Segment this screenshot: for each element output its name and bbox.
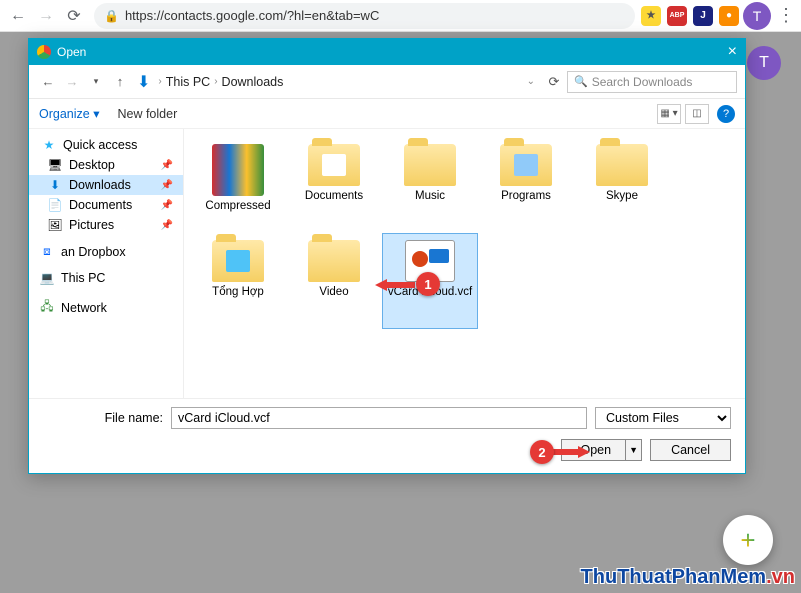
refresh-icon[interactable]: ⟳ <box>543 71 565 93</box>
extension-icons: ★ ABP J ● <box>641 6 739 26</box>
nav-back-icon[interactable]: ← <box>37 71 59 93</box>
crumb-dropdown-icon[interactable]: ⌄ <box>527 76 541 87</box>
filename-label: File name: <box>43 411 163 425</box>
documents-icon: 📄 <box>47 198 63 212</box>
folder-icon <box>500 144 552 186</box>
sidebar-item-desktop[interactable]: 🖥 Desktop 📌 <box>29 155 183 175</box>
star-icon[interactable]: ★ <box>641 6 661 26</box>
chrome-logo-icon <box>37 45 51 59</box>
search-input[interactable]: 🔍 Search Downloads <box>567 71 737 93</box>
kebab-menu-icon[interactable]: ⋮ <box>775 5 797 26</box>
file-item-documents[interactable]: Documents <box>286 137 382 233</box>
file-grid: Compressed Documents Music Programs Skyp… <box>184 129 745 398</box>
close-icon[interactable]: × <box>728 43 737 61</box>
desktop-icon: 🖥 <box>47 158 63 172</box>
pin-icon: 📌 <box>161 180 173 191</box>
google-account-avatar[interactable]: T <box>747 46 781 80</box>
file-item-programs[interactable]: Programs <box>478 137 574 233</box>
folder-icon <box>596 144 648 186</box>
lock-icon: 🔒 <box>104 9 119 23</box>
file-item-tonghop[interactable]: Tổng Hợp <box>190 233 286 329</box>
watermark: ThuThuatPhanMem.vn <box>581 566 795 589</box>
file-item-music[interactable]: Music <box>382 137 478 233</box>
sidebar-item-network[interactable]: 🖧 Network <box>29 294 183 321</box>
nav-recent-icon[interactable]: ▾ <box>85 71 107 93</box>
network-icon: 🖧 <box>39 297 55 318</box>
help-icon[interactable]: ? <box>717 105 735 123</box>
pin-icon: 📌 <box>161 220 173 231</box>
file-item-skype[interactable]: Skype <box>574 137 670 233</box>
view-mode-button[interactable]: ▦ ▾ <box>657 104 681 124</box>
create-contact-fab[interactable]: + <box>723 515 773 565</box>
back-button[interactable]: ← <box>4 2 32 30</box>
file-open-dialog: Open × ← → ▾ ↑ ⬇ › This PC › Downloads ⌄… <box>28 38 746 474</box>
cancel-button[interactable]: Cancel <box>650 439 731 461</box>
url-text: https://contacts.google.com/?hl=en&tab=w… <box>125 8 379 23</box>
sidebar-item-thispc[interactable]: 💻 This PC <box>29 268 183 288</box>
quick-access-header[interactable]: ★ Quick access <box>29 135 183 155</box>
search-placeholder: Search Downloads <box>592 75 693 89</box>
star-icon: ★ <box>41 138 57 152</box>
forward-button[interactable]: → <box>32 2 60 30</box>
open-dropdown-icon[interactable]: ▼ <box>625 440 641 460</box>
crumb-thispc[interactable]: This PC <box>166 75 210 89</box>
sidebar-item-downloads[interactable]: ⬇ Downloads 📌 <box>29 175 183 195</box>
sidebar-item-pictures[interactable]: 🖼 Pictures 📌 <box>29 215 183 235</box>
callout-badge-1: 1 <box>416 272 440 296</box>
file-item-compressed[interactable]: Compressed <box>190 137 286 233</box>
new-folder-button[interactable]: New folder <box>117 107 177 121</box>
profile-avatar[interactable]: T <box>743 2 771 30</box>
pictures-icon: 🖼 <box>47 218 63 232</box>
sidebar-item-documents[interactable]: 📄 Documents 📌 <box>29 195 183 215</box>
dialog-toolbar: Organize ▾ New folder ▦ ▾ ◫ ? <box>29 99 745 129</box>
file-item-video[interactable]: Video <box>286 233 382 329</box>
ublock-icon[interactable]: J <box>693 6 713 26</box>
sidebar-item-dropbox[interactable]: ⧈ an Dropbox <box>29 241 183 262</box>
filename-input[interactable] <box>171 407 587 429</box>
folder-icon <box>404 144 456 186</box>
browser-toolbar: ← → ⟳ 🔒 https://contacts.google.com/?hl=… <box>0 0 801 32</box>
folder-icon <box>308 240 360 282</box>
callout-arrow-1 <box>375 278 415 292</box>
archive-icon <box>212 144 264 196</box>
sidebar: ★ Quick access 🖥 Desktop 📌 ⬇ Downloads 📌… <box>29 129 184 398</box>
address-bar[interactable]: 🔒 https://contacts.google.com/?hl=en&tab… <box>94 3 635 29</box>
preview-pane-button[interactable]: ◫ <box>685 104 709 124</box>
folder-icon <box>212 240 264 282</box>
chevron-right-icon: › <box>214 76 217 87</box>
cookie-icon[interactable]: ● <box>719 6 739 26</box>
search-icon: 🔍 <box>574 75 588 88</box>
dialog-title-text: Open <box>57 45 86 59</box>
filetype-filter[interactable]: Custom Files <box>595 407 731 429</box>
nav-forward-icon[interactable]: → <box>61 71 83 93</box>
dropbox-icon: ⧈ <box>39 244 55 259</box>
chevron-right-icon: › <box>158 76 161 87</box>
dialog-titlebar: Open × <box>29 39 745 65</box>
nav-up-icon[interactable]: ↑ <box>109 71 131 93</box>
abp-icon[interactable]: ABP <box>667 6 687 26</box>
callout-badge-2: 2 <box>530 440 554 464</box>
thispc-icon: 💻 <box>39 271 55 285</box>
downloads-icon: ⬇ <box>47 178 63 192</box>
plus-icon: + <box>740 525 755 556</box>
crumb-downloads[interactable]: Downloads <box>222 75 284 89</box>
organize-menu[interactable]: Organize ▾ <box>39 106 99 121</box>
callout-arrow-2 <box>550 445 590 459</box>
dialog-footer: File name: Custom Files Open ▼ Cancel <box>29 398 745 473</box>
breadcrumb[interactable]: ⬇ › This PC › Downloads ⌄ <box>133 72 541 92</box>
reload-button[interactable]: ⟳ <box>60 2 88 30</box>
pin-icon: 📌 <box>161 160 173 171</box>
pin-icon: 📌 <box>161 200 173 211</box>
dialog-nav-row: ← → ▾ ↑ ⬇ › This PC › Downloads ⌄ ⟳ 🔍 Se… <box>29 65 745 99</box>
folder-icon <box>308 144 360 186</box>
downloads-location-icon: ⬇ <box>137 72 150 92</box>
